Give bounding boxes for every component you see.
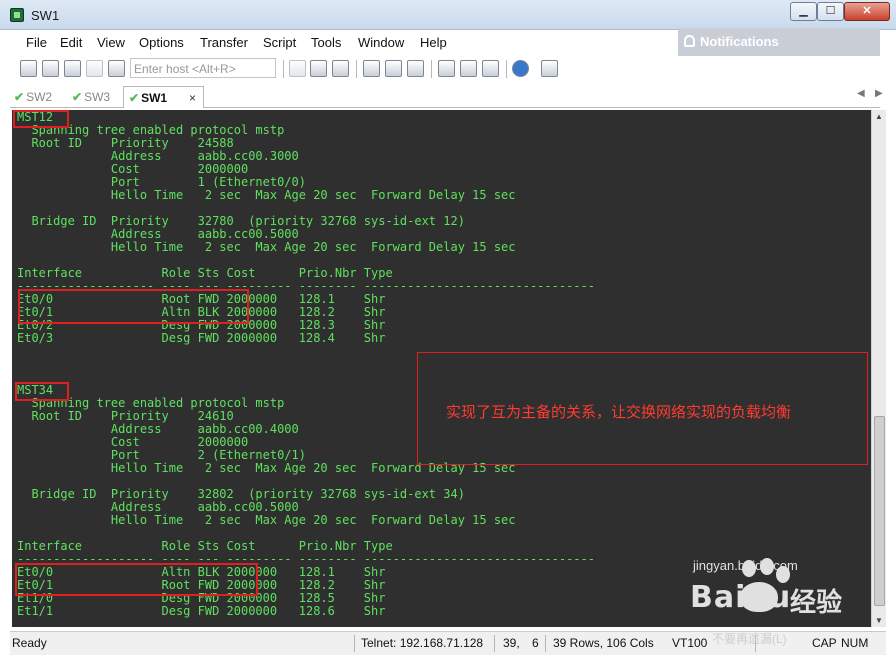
baidu-watermark: jingyan.baidu.com Baidu 经验 不要再遗漏(L) [686, 558, 882, 652]
title-bar: SW1 ▁ ☐ ✕ [0, 0, 896, 30]
close-button[interactable]: ✕ [844, 2, 890, 21]
print-selection-icon[interactable] [385, 60, 402, 77]
terminal-line: Hello Time 2 sec Max Age 20 sec Forward … [17, 513, 516, 527]
tab-prev-icon[interactable]: ◀ [857, 88, 865, 99]
copy-icon[interactable] [289, 60, 306, 77]
menu-transfer[interactable]: Transfer [200, 35, 248, 50]
securecrt-app-icon [10, 8, 24, 22]
minimize-button[interactable]: ▁ [790, 2, 817, 21]
menu-file[interactable]: File [26, 35, 47, 50]
annotation-callout: 实现了互为主备的关系，让交换网络实现的负载均衡 [417, 352, 868, 465]
tab-sw2[interactable]: ✔ SW2 [14, 86, 66, 108]
disconnect-icon[interactable] [108, 60, 125, 77]
print-icon[interactable] [363, 60, 380, 77]
watermark-sub: 不要再遗漏(L) [712, 632, 787, 646]
paw-toe [742, 560, 756, 577]
find-icon[interactable] [332, 60, 349, 77]
paw-toe [760, 558, 774, 575]
quick-connect-icon[interactable] [42, 60, 59, 77]
status-divider [354, 635, 355, 652]
help-icon[interactable] [512, 60, 529, 77]
menu-script[interactable]: Script [263, 35, 296, 50]
connected-check-icon: ✔ [129, 91, 140, 105]
reconnect-icon[interactable] [86, 60, 103, 77]
paste-icon[interactable] [310, 60, 327, 77]
toolbar-divider [283, 60, 284, 78]
connected-check-icon: ✔ [14, 90, 25, 104]
tab-next-icon[interactable]: ▶ [875, 88, 883, 99]
watermark-cn: 经验 [790, 587, 843, 617]
terminal-line: Hello Time 2 sec Max Age 20 sec Forward … [17, 188, 516, 202]
watermark-brand: Baidu [690, 580, 792, 615]
bell-icon [684, 35, 695, 47]
session-tab-bar: ✔ SW2 ✔ SW3 ✔ SW1 × ◀ ▶ [10, 84, 883, 108]
status-size: 39 Rows, 106 Cols [553, 636, 654, 650]
highlight-mst12-ports [18, 289, 249, 324]
maximize-button[interactable]: ☐ [817, 2, 844, 21]
menu-help[interactable]: Help [420, 35, 447, 50]
menu-options[interactable]: Options [139, 35, 184, 50]
status-cursor-col: 6 [532, 636, 539, 650]
status-divider [545, 635, 546, 652]
session-options-icon[interactable] [438, 60, 455, 77]
notifications-button[interactable]: Notifications [678, 28, 880, 56]
highlight-mst34 [15, 382, 69, 401]
status-divider [494, 635, 495, 652]
status-cursor-row: 39, [503, 636, 520, 650]
toolbar-divider [431, 60, 432, 78]
menu-edit[interactable]: Edit [60, 35, 82, 50]
host-input[interactable]: Enter host <Alt+R> [130, 58, 276, 78]
tab-sw3[interactable]: ✔ SW3 [72, 86, 124, 108]
status-ready: Ready [12, 636, 47, 650]
close-tab-icon[interactable]: × [189, 91, 196, 105]
menu-view[interactable]: View [97, 35, 125, 50]
sftp-icon[interactable] [541, 60, 558, 77]
print-setup-icon[interactable] [407, 60, 424, 77]
global-options-icon[interactable] [460, 60, 477, 77]
tab-sw1[interactable]: ✔ SW1 × [123, 86, 204, 108]
connected-check-icon: ✔ [72, 90, 83, 104]
scroll-up-icon[interactable]: ▲ [875, 112, 883, 121]
window-title: SW1 [31, 8, 60, 23]
menu-bar: File Edit View Options Transfer Script T… [10, 31, 678, 53]
highlight-mst34-ports [15, 563, 258, 596]
toolbar-divider [506, 60, 507, 78]
notifications-label: Notifications [700, 34, 779, 49]
connect-icon[interactable] [20, 60, 37, 77]
highlight-mst12 [13, 110, 69, 128]
terminal-scrollbar[interactable]: ▲ ▼ [871, 110, 886, 627]
status-connection: Telnet: 192.168.71.128 [361, 636, 484, 650]
menu-tools[interactable]: Tools [311, 35, 341, 50]
connect-tab-icon[interactable] [64, 60, 81, 77]
terminal-line: Et1/1 Desg FWD 2000000 128.6 Shr [17, 604, 386, 618]
menu-window[interactable]: Window [358, 35, 404, 50]
toolbar-divider [356, 60, 357, 78]
annotation-text: 实现了互为主备的关系，让交换网络实现的负载均衡 [446, 403, 792, 421]
toolbar: Enter host <Alt+R> [10, 56, 880, 82]
terminal-line: Et0/3 Desg FWD 2000000 128.4 Shr [17, 331, 386, 345]
keymap-icon[interactable] [482, 60, 499, 77]
terminal-line: Hello Time 2 sec Max Age 20 sec Forward … [17, 240, 516, 254]
